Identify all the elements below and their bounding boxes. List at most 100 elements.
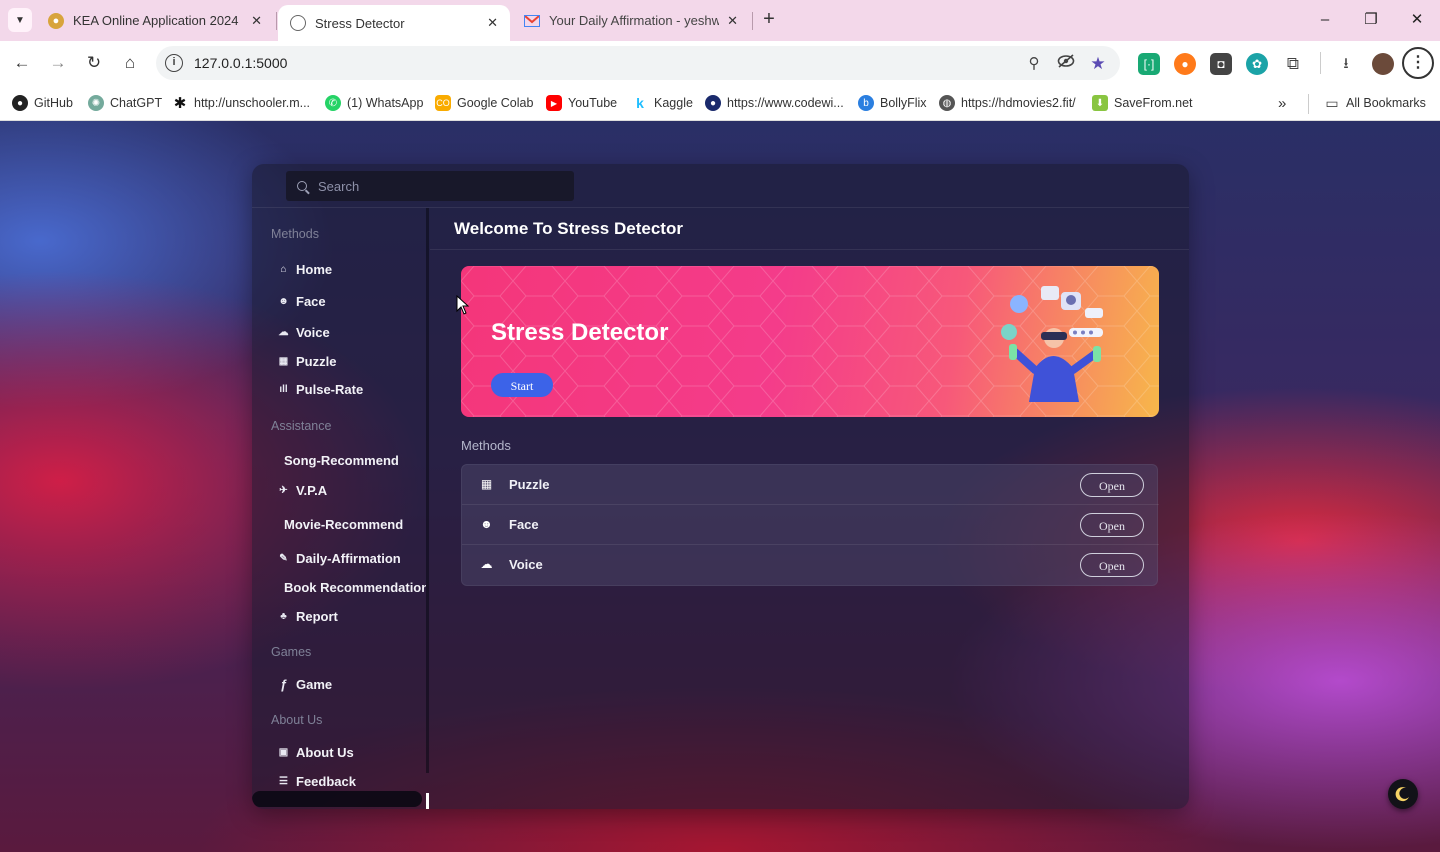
more-bookmarks-button[interactable]: »	[1278, 93, 1286, 113]
plus-icon: +	[763, 8, 775, 30]
close-tab-icon[interactable]: ✕	[727, 13, 738, 29]
minimize-icon: –	[1320, 11, 1330, 28]
avatar[interactable]	[1372, 53, 1394, 75]
close-tab-icon[interactable]: ✕	[487, 15, 498, 31]
sidebar-item-feedback[interactable]: ☰ Feedback	[277, 771, 356, 791]
open-voice-button[interactable]: Open	[1080, 553, 1144, 577]
new-tab-button[interactable]: +	[758, 8, 780, 32]
bookmark-unschooler[interactable]: ✱ http://unschooler.m...	[172, 93, 310, 113]
tab-title: Stress Detector	[315, 15, 405, 31]
url-text[interactable]: 127.0.0.1:5000	[194, 55, 287, 71]
sidebar-item-puzzle[interactable]: ▦ Puzzle	[277, 351, 337, 371]
bookmark-savefrom[interactable]: ⬇ SaveFrom.net	[1092, 93, 1193, 113]
minimize-button[interactable]: –	[1310, 8, 1340, 32]
close-window-button[interactable]: ✕	[1402, 8, 1432, 32]
home-button[interactable]: ⌂	[118, 51, 142, 75]
double-chevron-icon: »	[1278, 94, 1287, 112]
extension-icon[interactable]: ✿	[1246, 53, 1268, 75]
bookmark-codewithharry[interactable]: ● https://www.codewi...	[705, 93, 844, 113]
bookmark-hdmovies[interactable]: ◍ https://hdmovies2.fit/	[939, 93, 1076, 113]
gmail-favicon-icon	[524, 13, 540, 29]
whatsapp-icon: ✆	[325, 95, 341, 111]
mouse-cursor-icon	[456, 295, 470, 315]
zoom-icon[interactable]: ⚲	[1024, 54, 1044, 74]
camera-extension-icon[interactable]: ◘	[1210, 53, 1232, 75]
tab-stress-detector[interactable]: Stress Detector ✕	[278, 5, 510, 41]
chatgpt-icon: ✺	[88, 95, 104, 111]
address-bar[interactable]: i 127.0.0.1:5000	[156, 46, 1120, 80]
page-viewport: Methods ⌂ Home ☻ Face ☁ Voice ▦ Puzzle ıll Pu…	[0, 121, 1440, 852]
puzzle-piece-icon[interactable]: ⧉	[1283, 54, 1303, 74]
hero-title: Stress Detector	[491, 319, 669, 346]
open-face-button[interactable]: Open	[1080, 513, 1144, 537]
tab-kea[interactable]: ● KEA Online Application 2024 ✕	[36, 0, 274, 41]
bookmark-whatsapp[interactable]: ✆ (1) WhatsApp	[325, 93, 423, 113]
forward-button[interactable]: →	[46, 51, 70, 75]
tab-strip: ▼ ● KEA Online Application 2024 ✕ Stress…	[0, 0, 1440, 41]
site-info-icon[interactable]: i	[165, 54, 183, 72]
sidebar-horizontal-scrollbar[interactable]	[252, 791, 422, 807]
sidebar-item-song-recommend[interactable]: Song-Recommend	[284, 450, 399, 470]
sidebar-item-vpa[interactable]: ✈ V.P.A	[277, 480, 327, 500]
close-tab-icon[interactable]: ✕	[251, 13, 262, 29]
kea-favicon-icon: ●	[48, 12, 64, 29]
sidebar-group-games: Games	[271, 645, 312, 659]
tab-divider	[752, 12, 753, 30]
more-menu-button[interactable]: ⋮	[1402, 47, 1434, 79]
chevron-down-icon: ▼	[15, 14, 25, 26]
bookmark-star-icon[interactable]: ★	[1088, 54, 1108, 74]
sidebar-item-label: About Us	[296, 744, 354, 760]
reload-button[interactable]: ↻	[82, 51, 106, 75]
sidebar-scroll-thumb[interactable]	[426, 793, 429, 809]
bookmark-chatgpt[interactable]: ✺ ChatGPT	[88, 93, 162, 113]
sidebar-item-label: Book Recommendation	[284, 579, 426, 595]
github-icon: ●	[12, 95, 28, 111]
globe-favicon-icon	[290, 15, 306, 31]
toolbar-divider	[1320, 52, 1321, 74]
tab-search-button[interactable]: ▼	[8, 8, 32, 32]
list-item-face: ☻ Face Open	[462, 505, 1159, 545]
sidebar-item-daily-affirmation[interactable]: ✎ Daily-Affirmation	[277, 548, 401, 568]
sidebar-group-assistance: Assistance	[271, 419, 332, 433]
sidebar-item-game[interactable]: ƒ Game	[277, 674, 332, 694]
bookmark-bollyflix[interactable]: b BollyFlix	[858, 93, 927, 113]
bookmarks-divider	[1308, 94, 1309, 114]
sidebar-item-label: Daily-Affirmation	[296, 550, 401, 566]
report-icon: ♣	[280, 610, 287, 622]
search-box[interactable]	[286, 171, 574, 201]
extension-icon[interactable]: [·]	[1138, 53, 1160, 75]
tab-title: Your Daily Affirmation - yeshwa	[549, 13, 720, 28]
extension-icon[interactable]: ●	[1174, 53, 1196, 75]
methods-list: ▦ Puzzle Open ☻ Face Open ☁ Voice Open	[461, 464, 1159, 586]
download-icon[interactable]: ⭳	[1336, 54, 1356, 74]
sidebar-item-pulse-rate[interactable]: ıll Pulse-Rate	[277, 379, 363, 399]
sidebar-item-book-recommendation[interactable]: Book Recommendation	[284, 577, 426, 597]
bollyflix-icon: b	[858, 95, 874, 111]
tab-title: KEA Online Application 2024	[73, 13, 239, 28]
bookmark-colab[interactable]: CO Google Colab	[435, 93, 533, 113]
start-button[interactable]: Start	[491, 373, 553, 397]
page-title: Welcome To Stress Detector	[454, 219, 683, 238]
sidebar-item-voice[interactable]: ☁ Voice	[277, 322, 330, 342]
list-item-label: Face	[509, 517, 539, 532]
sidebar-item-about-us[interactable]: ▣ About Us	[277, 742, 354, 762]
tab-affirmation[interactable]: Your Daily Affirmation - yeshwa ✕	[512, 0, 750, 41]
open-puzzle-button[interactable]: Open	[1080, 473, 1144, 497]
sidebar-item-face[interactable]: ☻ Face	[277, 291, 325, 311]
all-bookmarks-button[interactable]: ▭ All Bookmarks	[1324, 93, 1426, 113]
bookmark-kaggle[interactable]: k Kaggle	[632, 93, 693, 113]
assistant-icon: ✈	[279, 484, 288, 496]
bookmark-github[interactable]: ● GitHub	[12, 93, 73, 113]
bookmark-youtube[interactable]: ▶ YouTube	[546, 93, 617, 113]
back-button[interactable]: ←	[10, 51, 34, 75]
restore-button[interactable]: ❐	[1356, 8, 1386, 32]
eye-off-icon[interactable]	[1056, 54, 1076, 74]
theme-toggle-button[interactable]	[1388, 779, 1418, 809]
kaggle-icon: k	[636, 95, 644, 111]
search-input[interactable]	[316, 177, 546, 195]
bookmark-label: YouTube	[568, 96, 618, 110]
sidebar-item-movie-recommend[interactable]: Movie-Recommend	[284, 514, 403, 534]
sidebar-item-home[interactable]: ⌂ Home	[277, 259, 332, 279]
sidebar-item-label: Game	[296, 676, 333, 692]
sidebar-item-report[interactable]: ♣ Report	[277, 606, 338, 626]
